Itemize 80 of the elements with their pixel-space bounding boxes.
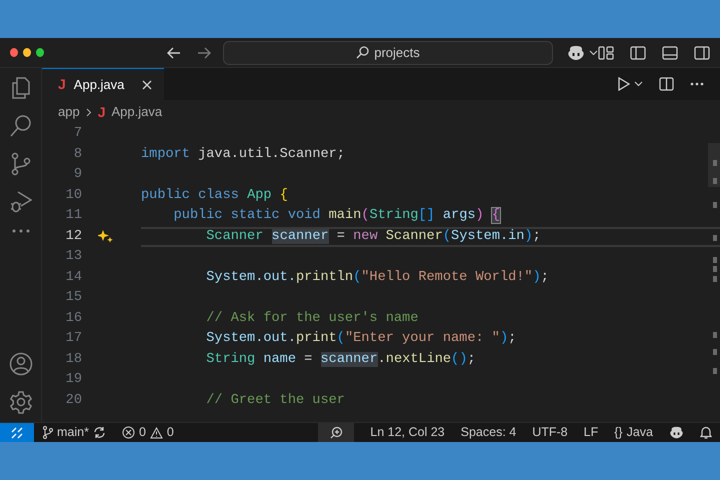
- scrollbar-thumb[interactable]: [708, 143, 720, 187]
- error-icon: [122, 426, 135, 439]
- bell-icon: [700, 426, 712, 439]
- line-number: 18: [66, 350, 82, 368]
- settings-icon[interactable]: [8, 390, 32, 414]
- code-line: String name = scanner.nextLine();: [206, 352, 476, 366]
- split-editor-button[interactable]: [659, 77, 674, 91]
- line-number: 20: [66, 392, 82, 410]
- run-debug-icon[interactable]: [8, 190, 32, 214]
- ruler-mark: [713, 178, 717, 184]
- ruler-mark: [713, 368, 717, 374]
- caret-icon: [634, 81, 643, 87]
- close-icon[interactable]: [142, 80, 152, 90]
- more-icon[interactable]: [10, 228, 30, 234]
- account-icon[interactable]: [8, 352, 32, 376]
- breadcrumb-item[interactable]: app: [58, 102, 80, 122]
- line-ending[interactable]: LF: [576, 423, 606, 442]
- zoom-icon: [330, 426, 343, 439]
- line-number: 15: [66, 289, 82, 307]
- customize-layout-button[interactable]: [598, 46, 614, 60]
- back-button[interactable]: [167, 46, 182, 58]
- branch-icon: [42, 426, 53, 439]
- close-dot[interactable]: [10, 48, 18, 57]
- line-number: 19: [66, 371, 82, 389]
- java-file-icon: J: [58, 74, 66, 95]
- maximize-dot[interactable]: [36, 48, 44, 57]
- line-number: 7: [74, 125, 82, 143]
- code-line: public static void main(String[] args) {: [174, 208, 500, 223]
- search-text: projects: [374, 44, 420, 62]
- line-number: 13: [66, 248, 82, 266]
- sync-icon: [92, 426, 106, 439]
- remote-icon: [11, 426, 23, 438]
- code-line: System.out.println("Hello Remote World!");: [206, 270, 549, 284]
- run-button[interactable]: [618, 77, 643, 91]
- line-number: 10: [66, 186, 82, 204]
- robot-icon: [669, 426, 684, 439]
- encoding[interactable]: UTF-8: [524, 423, 576, 442]
- ruler-mark: [713, 235, 717, 241]
- line-number: 11: [66, 207, 82, 225]
- copilot-menu-button[interactable]: [566, 44, 598, 60]
- code-line: System.out.print("Enter your name: ");: [206, 331, 516, 346]
- branch-button[interactable]: main*: [34, 423, 114, 442]
- caret-icon: [588, 50, 598, 56]
- minimize-dot[interactable]: [23, 48, 32, 57]
- line-number: 9: [74, 166, 82, 184]
- warning-icon: [150, 426, 163, 438]
- code-line: // Greet the user: [206, 392, 345, 408]
- toggle-sidebar-button[interactable]: [630, 46, 646, 60]
- code-line: Scanner scanner = new Scanner(System.in);: [206, 228, 541, 244]
- toggle-secondary-sidebar-button[interactable]: [694, 46, 710, 60]
- breadcrumb-item[interactable]: App.java: [112, 102, 162, 122]
- line-number: 16: [66, 310, 82, 328]
- code-line: import java.util.Scanner;: [141, 146, 345, 162]
- robot-icon: [566, 44, 585, 60]
- search-icon[interactable]: [8, 114, 32, 138]
- zoom-button[interactable]: [318, 423, 354, 442]
- line-number: 12: [66, 228, 82, 246]
- code-line: // Ask for the user's name: [206, 310, 418, 326]
- more-actions-button[interactable]: [690, 82, 704, 86]
- ruler-mark: [713, 349, 717, 355]
- language-mode[interactable]: {} Java: [606, 423, 661, 442]
- chevron-icon: [86, 108, 92, 116]
- line-number: 17: [66, 330, 82, 348]
- indentation[interactable]: Spaces: 4: [452, 423, 524, 442]
- editor-tab[interactable]: J App.java: [42, 68, 164, 100]
- sparkle-icon[interactable]: [98, 230, 114, 244]
- forward-button[interactable]: [197, 46, 212, 58]
- ruler-mark: [713, 332, 717, 338]
- code-line: public class App {: [141, 188, 288, 202]
- ruler-mark: [713, 202, 717, 208]
- java-file-icon: J: [98, 102, 106, 122]
- line-number: 14: [66, 268, 82, 286]
- cursor-position[interactable]: Ln 12, Col 23: [362, 423, 453, 442]
- remote-button[interactable]: [0, 423, 34, 442]
- search-icon: [356, 46, 370, 59]
- toggle-panel-button[interactable]: [662, 46, 678, 60]
- problems-button[interactable]: 0 0: [114, 423, 182, 442]
- line-number: 8: [74, 146, 82, 164]
- ruler-mark: [713, 160, 717, 166]
- search-field[interactable]: projects: [223, 40, 553, 64]
